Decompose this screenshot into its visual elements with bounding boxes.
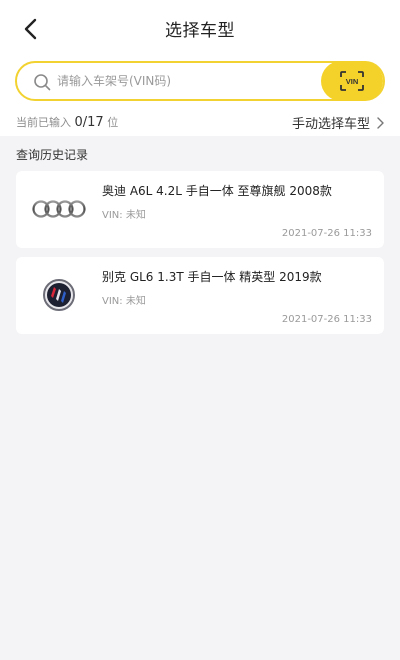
count-value: 0/17 xyxy=(74,115,104,130)
car-vin: VIN: 未知 xyxy=(102,296,146,307)
manual-select-label: 手动选择车型 xyxy=(291,117,370,132)
history-item[interactable]: 别克 GL6 1.3T 手自一体 精英型 2019款 VIN: 未知 2021-… xyxy=(16,257,384,334)
audi-logo-icon xyxy=(30,189,88,229)
query-date: 2021-07-26 11:33 xyxy=(281,314,372,325)
input-status-row: 当前已输入 0/17 位 手动选择车型 xyxy=(16,113,384,132)
input-count: 当前已输入 0/17 位 xyxy=(16,114,118,130)
car-model-title: 奥迪 A6L 4.2L 手自一体 至尊旗舰 2008款 xyxy=(102,184,332,198)
vin-input[interactable] xyxy=(57,69,297,93)
query-date: 2021-07-26 11:33 xyxy=(281,228,372,239)
chevron-right-icon xyxy=(377,116,384,129)
page-title: 选择车型 xyxy=(165,21,235,41)
vin-search-box: VIN xyxy=(15,61,385,101)
manual-select-link[interactable]: 手动选择车型 xyxy=(292,113,384,132)
count-prefix: 当前已输入 xyxy=(16,116,71,129)
car-vin: VIN: 未知 xyxy=(102,210,146,221)
count-suffix: 位 xyxy=(107,116,119,129)
scan-vin-label: VIN xyxy=(346,77,359,86)
top-panel: 选择车型 VIN 当前已输入 0/17 位 手动选择车型 xyxy=(0,0,400,136)
scan-vin-icon: VIN xyxy=(340,71,364,91)
buick-logo-icon xyxy=(30,275,88,315)
vin-scan-button[interactable]: VIN xyxy=(321,61,383,101)
search-icon xyxy=(34,74,51,91)
history-heading: 查询历史记录 xyxy=(16,148,89,162)
history-item[interactable]: 奥迪 A6L 4.2L 手自一体 至尊旗舰 2008款 VIN: 未知 2021… xyxy=(16,171,384,248)
car-model-title: 别克 GL6 1.3T 手自一体 精英型 2019款 xyxy=(102,270,322,284)
